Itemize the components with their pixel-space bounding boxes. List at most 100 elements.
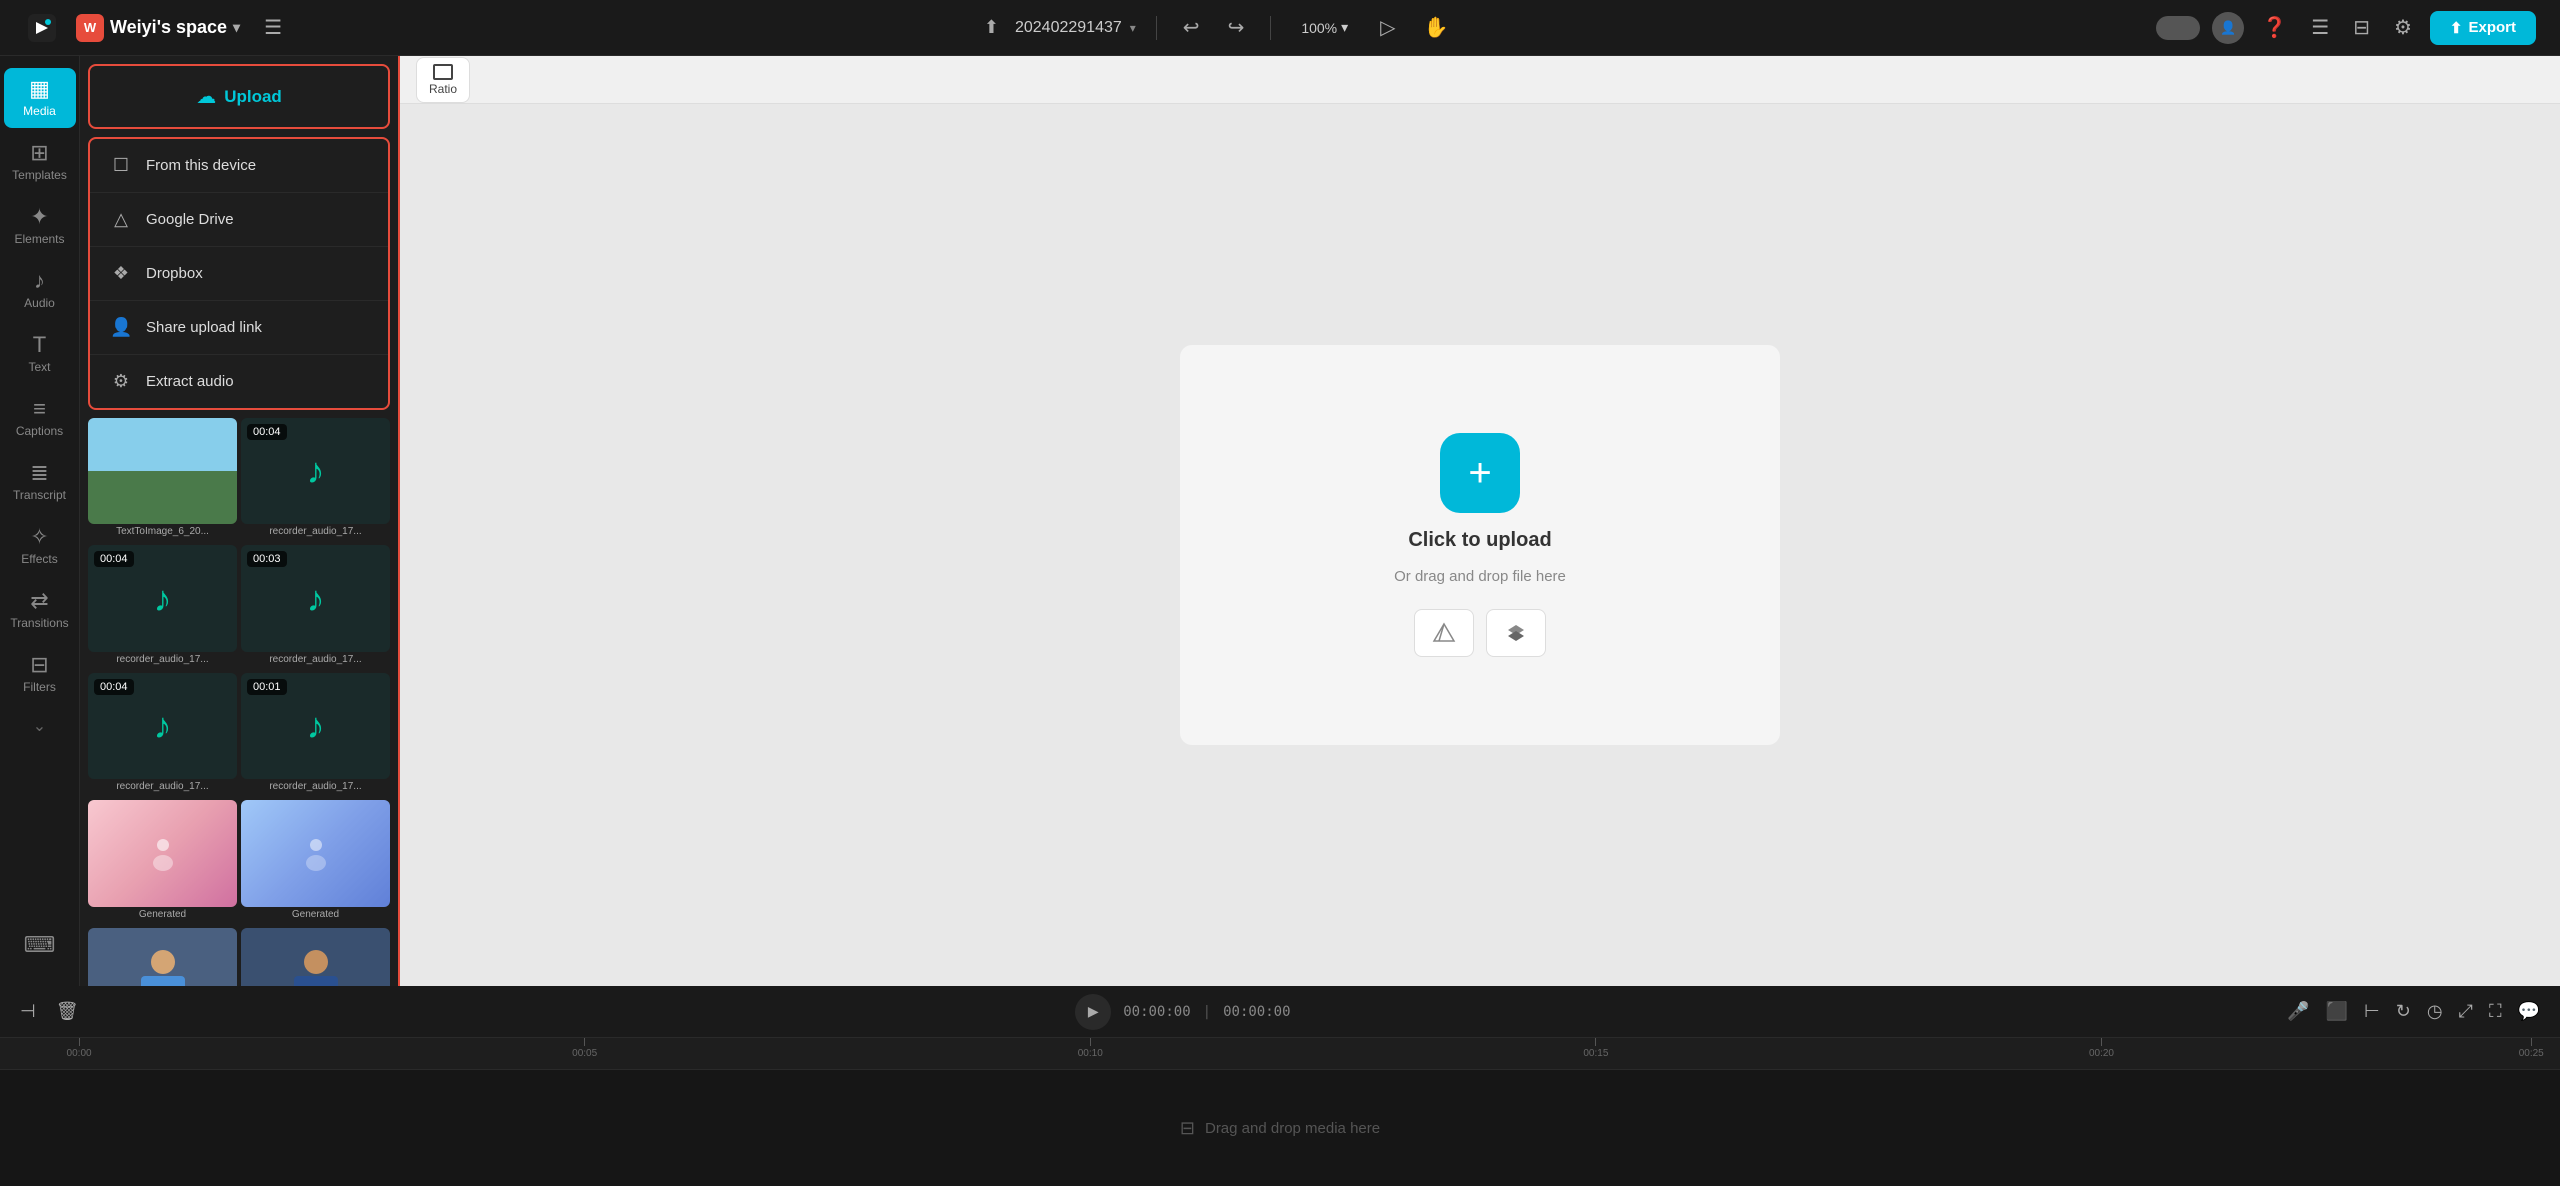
media-item-2[interactable]: ♪ 00:04 recorder_audio_17...	[241, 418, 390, 541]
sidebar-item-text-label: Text	[28, 360, 50, 374]
zoom-chevron-icon: ▾	[1341, 19, 1348, 36]
media-duration-3: 00:04	[94, 551, 134, 567]
comment-button[interactable]: 💬	[2514, 997, 2544, 1026]
upload-header-label: Upload	[224, 87, 282, 107]
upload-plus-button[interactable]: +	[1440, 433, 1520, 513]
google-drive-button[interactable]	[1414, 609, 1474, 657]
media-item-4[interactable]: ♪ 00:03 recorder_audio_17...	[241, 545, 390, 668]
ruler-label-0015: 00:15	[1583, 1048, 1608, 1059]
sidebar-item-transcript-label: Transcript	[13, 488, 66, 502]
menu-icon[interactable]: ☰	[264, 15, 282, 40]
undo-button[interactable]: ↩	[1177, 9, 1206, 46]
sidebar-item-templates-label: Templates	[12, 168, 67, 182]
ratio-icon	[433, 64, 453, 80]
loop-button[interactable]: ↻	[2392, 997, 2415, 1026]
upload-header[interactable]: ☁ Upload	[88, 64, 390, 129]
ruler-mark-0020: 00:20	[2089, 1038, 2114, 1059]
media-item-10[interactable]	[241, 928, 390, 986]
delete-button[interactable]: 🗑	[52, 997, 83, 1026]
ruler-mark-0000: 00:00	[67, 1038, 92, 1059]
sidebar-item-effects[interactable]: ✧ Effects	[4, 516, 76, 576]
redo-button[interactable]: ↪	[1222, 9, 1251, 46]
ratio-button[interactable]: Ratio	[416, 57, 470, 103]
time-current: 00:00:00	[1123, 1004, 1190, 1020]
fullscreen-button[interactable]: ⛶	[2485, 997, 2506, 1026]
media-duration-6: 00:01	[247, 679, 287, 695]
sidebar-item-audio[interactable]: ♪ Audio	[4, 260, 76, 320]
media-item-8[interactable]: Generated	[241, 800, 390, 923]
avatar[interactable]: 👤	[2212, 12, 2244, 44]
sidebar-item-transitions[interactable]: ⇄ Transitions	[4, 580, 76, 640]
mic-button[interactable]: 🎤	[2283, 997, 2313, 1026]
timeline-tracks[interactable]: ⊟ Drag and drop media here	[0, 1070, 2560, 1186]
hand-tool-button[interactable]: ✋	[1418, 9, 1455, 46]
audio-eq-button[interactable]: ⬛	[2322, 997, 2352, 1026]
workspace-name[interactable]: W Weiyi's space ▾	[76, 14, 240, 42]
ruler-marks: 00:00 00:05 00:10 00:15 00:20 00:25	[16, 1038, 2544, 1070]
timeline-ruler: 00:00 00:05 00:10 00:15 00:20 00:25	[0, 1038, 2560, 1070]
sidebar-item-audio-label: Audio	[24, 296, 55, 310]
ruler-mark-0010: 00:10	[1078, 1038, 1103, 1059]
topbar: W Weiyi's space ▾ ☰ ⬆ 202402291437 ▾ ↩ ↪…	[0, 0, 2560, 56]
time-separator: |	[1203, 1004, 1211, 1020]
media-item-6[interactable]: ♪ 00:01 recorder_audio_17...	[241, 673, 390, 796]
media-item-7[interactable]: Generated	[88, 800, 237, 923]
upload-from-device[interactable]: ☐ From this device	[90, 139, 388, 193]
ruler-label-0020: 00:20	[2089, 1048, 2114, 1059]
sidebar-item-text[interactable]: T Text	[4, 324, 76, 384]
media-label-7: Generated	[88, 907, 237, 924]
sidebar-item-captions[interactable]: ≡ Captions	[4, 388, 76, 448]
sidebar-item-media[interactable]: ▦ Media	[4, 68, 76, 128]
divider2	[1270, 16, 1271, 40]
sidebar-item-transcript[interactable]: ≣ Transcript	[4, 452, 76, 512]
upload-menu: ☐ From this device △ Google Drive ❖ Drop…	[88, 137, 390, 410]
plus-icon: +	[1468, 451, 1491, 496]
media-label-6: recorder_audio_17...	[241, 779, 390, 796]
timeline-right-tools: 🎤 ⬛ ⊢ ↻ ◷ ⤢ ⛶ 💬	[2283, 997, 2544, 1026]
media-item-5[interactable]: ♪ 00:04 recorder_audio_17...	[88, 673, 237, 796]
dropbox-button[interactable]	[1486, 609, 1546, 657]
media-item-9[interactable]	[88, 928, 237, 986]
pointer-tool-button[interactable]: ▷	[1374, 9, 1401, 46]
sidebar-item-keyboard[interactable]: ⌨	[4, 924, 76, 966]
templates-icon: ⊞	[30, 142, 48, 164]
media-item-1[interactable]: TextToImage_6_20...	[88, 418, 237, 541]
upload-extract-audio[interactable]: ⚙ Extract audio	[90, 355, 388, 408]
speed-button[interactable]: ◷	[2423, 997, 2447, 1026]
caption-button[interactable]: ⊢	[2360, 997, 2384, 1026]
media-grid: TextToImage_6_20... ♪ 00:04 recorder_aud…	[80, 410, 398, 986]
upload-cloud-icon: ☁	[196, 84, 216, 109]
zoom-level: 100%	[1301, 20, 1337, 36]
upload-extract-audio-label: Extract audio	[146, 373, 234, 390]
ruler-mark-0005: 00:05	[572, 1038, 597, 1059]
ruler-label-0025: 00:25	[2519, 1048, 2544, 1059]
play-button[interactable]: ▶	[1075, 994, 1111, 1030]
sidebar-item-templates[interactable]: ⊞ Templates	[4, 132, 76, 192]
export-button[interactable]: ⬆ Export	[2430, 11, 2536, 45]
sidenav-expand[interactable]: ⌄	[25, 708, 54, 744]
upload-icon: ⬆	[984, 17, 999, 38]
upload-google-drive-label: Google Drive	[146, 211, 234, 228]
media-item-3[interactable]: ♪ 00:04 recorder_audio_17...	[88, 545, 237, 668]
device-icon: ☐	[110, 155, 132, 176]
expand-timeline-button[interactable]: ⤢	[2455, 997, 2477, 1026]
upload-dropbox[interactable]: ❖ Dropbox	[90, 247, 388, 301]
timeline-toolbar: ⊣ 🗑 ▶ 00:00:00 | 00:00:00 🎤 ⬛ ⊢ ↻ ◷ ⤢ ⛶ …	[0, 986, 2560, 1038]
split-button[interactable]: ⊣	[16, 997, 40, 1026]
settings-button[interactable]: ⚙	[2388, 9, 2418, 46]
share-button[interactable]: ☰	[2305, 9, 2335, 46]
sidebar-item-elements-label: Elements	[14, 232, 64, 246]
zoom-button[interactable]: 100% ▾	[1291, 13, 1358, 42]
upload-google-drive[interactable]: △ Google Drive	[90, 193, 388, 247]
main-area: ▦ Media ⊞ Templates ✦ Elements ♪ Audio T…	[0, 56, 2560, 986]
project-name[interactable]: 202402291437 ▾	[1015, 19, 1136, 37]
canvas-area: Ratio + Click to upload Or drag and drop…	[400, 56, 2560, 986]
layout-button[interactable]: ⊟	[2347, 9, 2376, 46]
help-button[interactable]: ❓	[2256, 9, 2293, 46]
toggle-switch[interactable]	[2156, 16, 2200, 40]
media-thumb-7	[88, 800, 237, 906]
sidebar-item-filters[interactable]: ⊟ Filters	[4, 644, 76, 704]
upload-share-link[interactable]: 👤 Share upload link	[90, 301, 388, 355]
sidebar-item-elements[interactable]: ✦ Elements	[4, 196, 76, 256]
sidebar-item-captions-label: Captions	[16, 424, 63, 438]
